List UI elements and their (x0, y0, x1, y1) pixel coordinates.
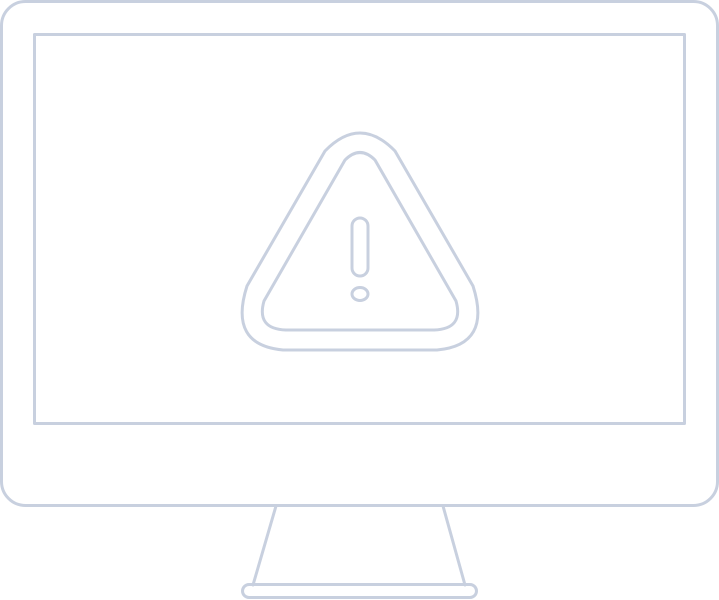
error-illustration (0, 0, 719, 600)
monitor-screen (33, 33, 686, 425)
exclamation-icon (350, 216, 370, 278)
warning-triangle-inner (260, 151, 460, 332)
warning-triangle-icon (240, 131, 480, 352)
monitor-stand-base (241, 583, 478, 599)
monitor-icon (0, 0, 719, 507)
exclamation-dot (350, 286, 370, 302)
monitor-stand-neck (251, 504, 467, 587)
monitor-warning-illustration (0, 0, 719, 599)
